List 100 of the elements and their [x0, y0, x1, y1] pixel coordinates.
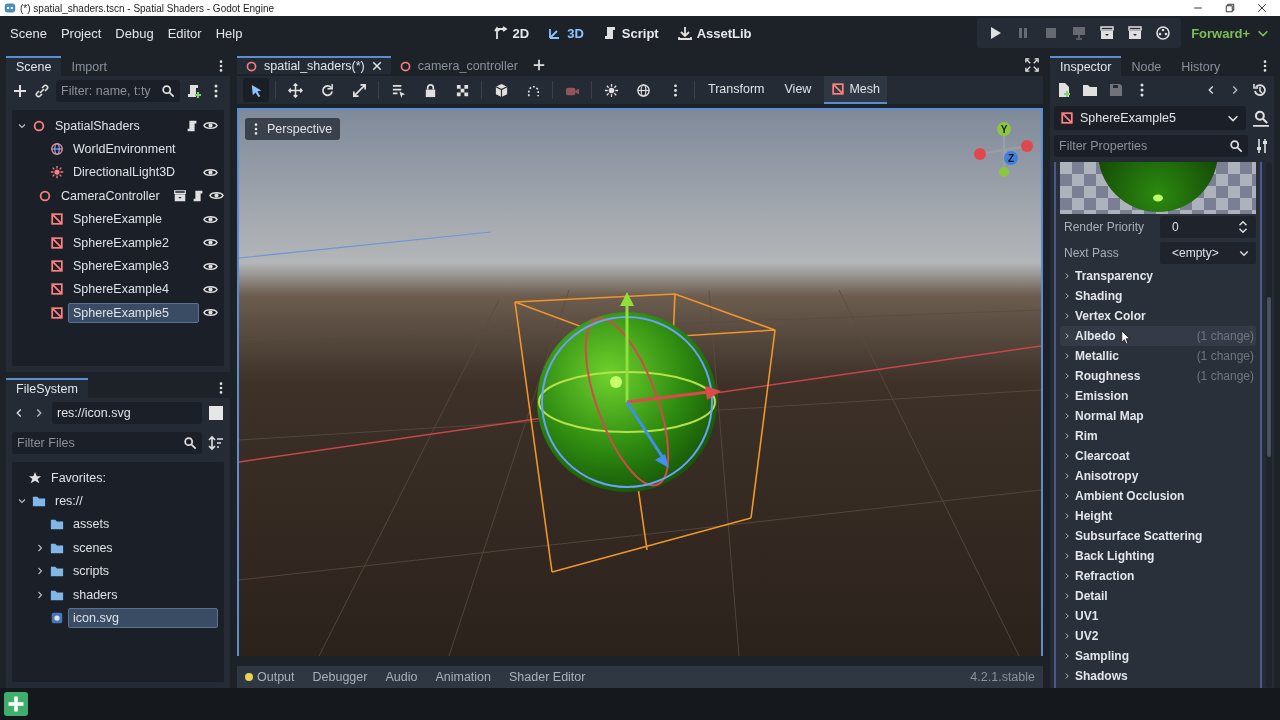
scene-node[interactable]: SphereExample3 — [68, 256, 174, 277]
property-section[interactable]: Anisotropy — [1060, 466, 1256, 486]
property-section[interactable]: Metallic (1 change) — [1060, 346, 1256, 366]
script-icon[interactable] — [185, 118, 199, 133]
property-section[interactable]: Sampling — [1060, 646, 1256, 666]
toolbar-menu[interactable]: View — [777, 76, 819, 105]
property-label: Render Priority — [1063, 220, 1146, 234]
scene-node[interactable]: DirectionalLight3D — [68, 162, 181, 183]
panel-tab[interactable]: Node — [1121, 56, 1172, 76]
number-field[interactable]: 0 — [1160, 216, 1256, 238]
film-reel-icon[interactable] — [1155, 25, 1172, 41]
file-tab[interactable]: camera_controller — [390, 56, 526, 75]
dropdown[interactable]: <empty> — [1160, 242, 1256, 264]
history-icon[interactable] — [1252, 82, 1268, 98]
property-section[interactable]: UV2 — [1060, 626, 1256, 646]
clapperboard-icon[interactable] — [1099, 25, 1116, 41]
filter-field[interactable]: Filter Files — [12, 432, 202, 454]
mesh-icon — [50, 305, 64, 320]
bottom-panel-tab[interactable]: Shader Editor — [509, 670, 586, 685]
clapperboard-icon[interactable] — [1127, 25, 1144, 41]
property-section[interactable]: Clearcoat — [1060, 446, 1256, 466]
bottom-panel-tab[interactable]: Audio — [385, 670, 418, 685]
plus-icon[interactable] — [531, 58, 546, 73]
property-section[interactable]: Transparency — [1060, 266, 1256, 286]
sort-icon[interactable] — [208, 435, 224, 451]
panel-tab[interactable]: Scene — [6, 56, 62, 76]
panel-tab[interactable]: Import — [61, 56, 117, 76]
plus-icon[interactable] — [12, 83, 28, 99]
property-section[interactable]: Albedo (1 change) — [1060, 326, 1256, 346]
filter-field[interactable]: Filter: name, t:ty — [56, 80, 180, 102]
menu-item[interactable]: Help — [209, 21, 249, 45]
scrollbar[interactable] — [1266, 162, 1272, 688]
menu-item[interactable]: Debug — [109, 21, 160, 45]
renderer-dropdown[interactable]: Forward+ — [1181, 25, 1276, 41]
bottom-panel-tab[interactable]: Output — [257, 670, 295, 685]
property-section[interactable]: Normal Map — [1060, 406, 1256, 426]
pointer-icon[interactable] — [243, 78, 269, 103]
folder-icon[interactable] — [1082, 82, 1098, 98]
panel-tab[interactable]: FileSystem — [6, 378, 88, 398]
panel-tab[interactable]: History — [1171, 56, 1231, 76]
doc-search-icon[interactable] — [1252, 109, 1270, 127]
new-file-icon[interactable] — [1056, 82, 1072, 98]
scene-node[interactable]: SpatialShaders — [50, 115, 145, 136]
file-tab[interactable]: spatial_shaders(*) — [237, 56, 391, 75]
property-section[interactable]: Detail — [1060, 586, 1256, 606]
property-section[interactable]: Roughness (1 change) — [1060, 366, 1256, 386]
scene-node[interactable]: SphereExample4 — [68, 279, 174, 300]
script-add-icon[interactable] — [186, 83, 202, 99]
mesh-icon — [50, 235, 64, 250]
mesh-icon — [50, 259, 64, 274]
tab-label: spatial_shaders(*) — [264, 59, 365, 74]
file-item[interactable]: res:// — [50, 491, 88, 512]
property-section[interactable]: Height — [1060, 506, 1256, 526]
bottom-panel-tab[interactable]: Animation — [435, 670, 491, 685]
scene-node[interactable]: SphereExample2 — [68, 232, 174, 253]
property-section[interactable]: Rim — [1060, 426, 1256, 446]
view-menu-button[interactable]: Perspective — [245, 118, 341, 141]
plus-tile-icon[interactable] — [4, 692, 28, 716]
scene-node[interactable]: CameraController — [56, 185, 165, 206]
file-item[interactable]: icon.svg — [68, 608, 218, 629]
filter-field[interactable]: Filter Properties — [1054, 135, 1248, 157]
workspace-button[interactable]: AssetLib — [674, 23, 754, 43]
spin-arrows-icon — [1236, 220, 1250, 234]
scene-node[interactable]: WorldEnvironment — [68, 139, 181, 160]
square-icon[interactable] — [208, 405, 224, 421]
workspace-button[interactable]: Script — [599, 23, 661, 43]
restore-icon[interactable] — [1224, 2, 1236, 14]
toolbar-menu[interactable]: Mesh — [824, 76, 887, 105]
file-item[interactable]: scenes — [68, 537, 118, 558]
panel-tab[interactable]: Inspector — [1050, 56, 1122, 76]
menu-item[interactable]: Project — [54, 21, 108, 45]
menu-item[interactable]: Scene — [4, 21, 53, 45]
property-section[interactable]: Shadows — [1060, 666, 1256, 686]
property-section[interactable]: Vertex Color — [1060, 306, 1256, 326]
property-section[interactable]: Ambient Occlusion — [1060, 486, 1256, 506]
bottom-panel-tab[interactable]: Debugger — [312, 670, 368, 685]
path-field[interactable]: res://icon.svg — [52, 402, 202, 424]
file-item[interactable]: shaders — [68, 584, 123, 605]
file-item[interactable]: scripts — [68, 561, 115, 582]
scene-node[interactable]: SphereExample — [68, 209, 167, 230]
clapperboard-icon[interactable] — [172, 188, 187, 203]
property-section[interactable]: UV1 — [1060, 606, 1256, 626]
property-section[interactable]: Subsurface Scattering — [1060, 526, 1256, 546]
close-icon[interactable] — [1256, 2, 1268, 14]
property-section[interactable]: Back Lighting — [1060, 546, 1256, 566]
property-section[interactable]: Shading — [1060, 286, 1256, 306]
property-section[interactable]: Refraction — [1060, 566, 1256, 586]
sliders-icon[interactable] — [1254, 138, 1270, 154]
link-icon[interactable] — [34, 83, 50, 99]
file-item[interactable]: assets — [68, 514, 115, 535]
fullscreen-icon[interactable] — [1025, 58, 1039, 73]
object-selector[interactable]: SphereExample5 — [1054, 106, 1246, 130]
scene-node[interactable]: SphereExample5 — [68, 302, 199, 323]
workspace-button[interactable]: 2D — [490, 23, 532, 43]
menu-item[interactable]: Editor — [161, 21, 208, 45]
close-icon[interactable] — [370, 60, 383, 73]
workspace-button[interactable]: 3D — [545, 23, 586, 43]
axis-label: Y — [1000, 124, 1008, 136]
toolbar-menu[interactable]: Transform — [701, 76, 772, 105]
property-section[interactable]: Emission — [1060, 386, 1256, 406]
